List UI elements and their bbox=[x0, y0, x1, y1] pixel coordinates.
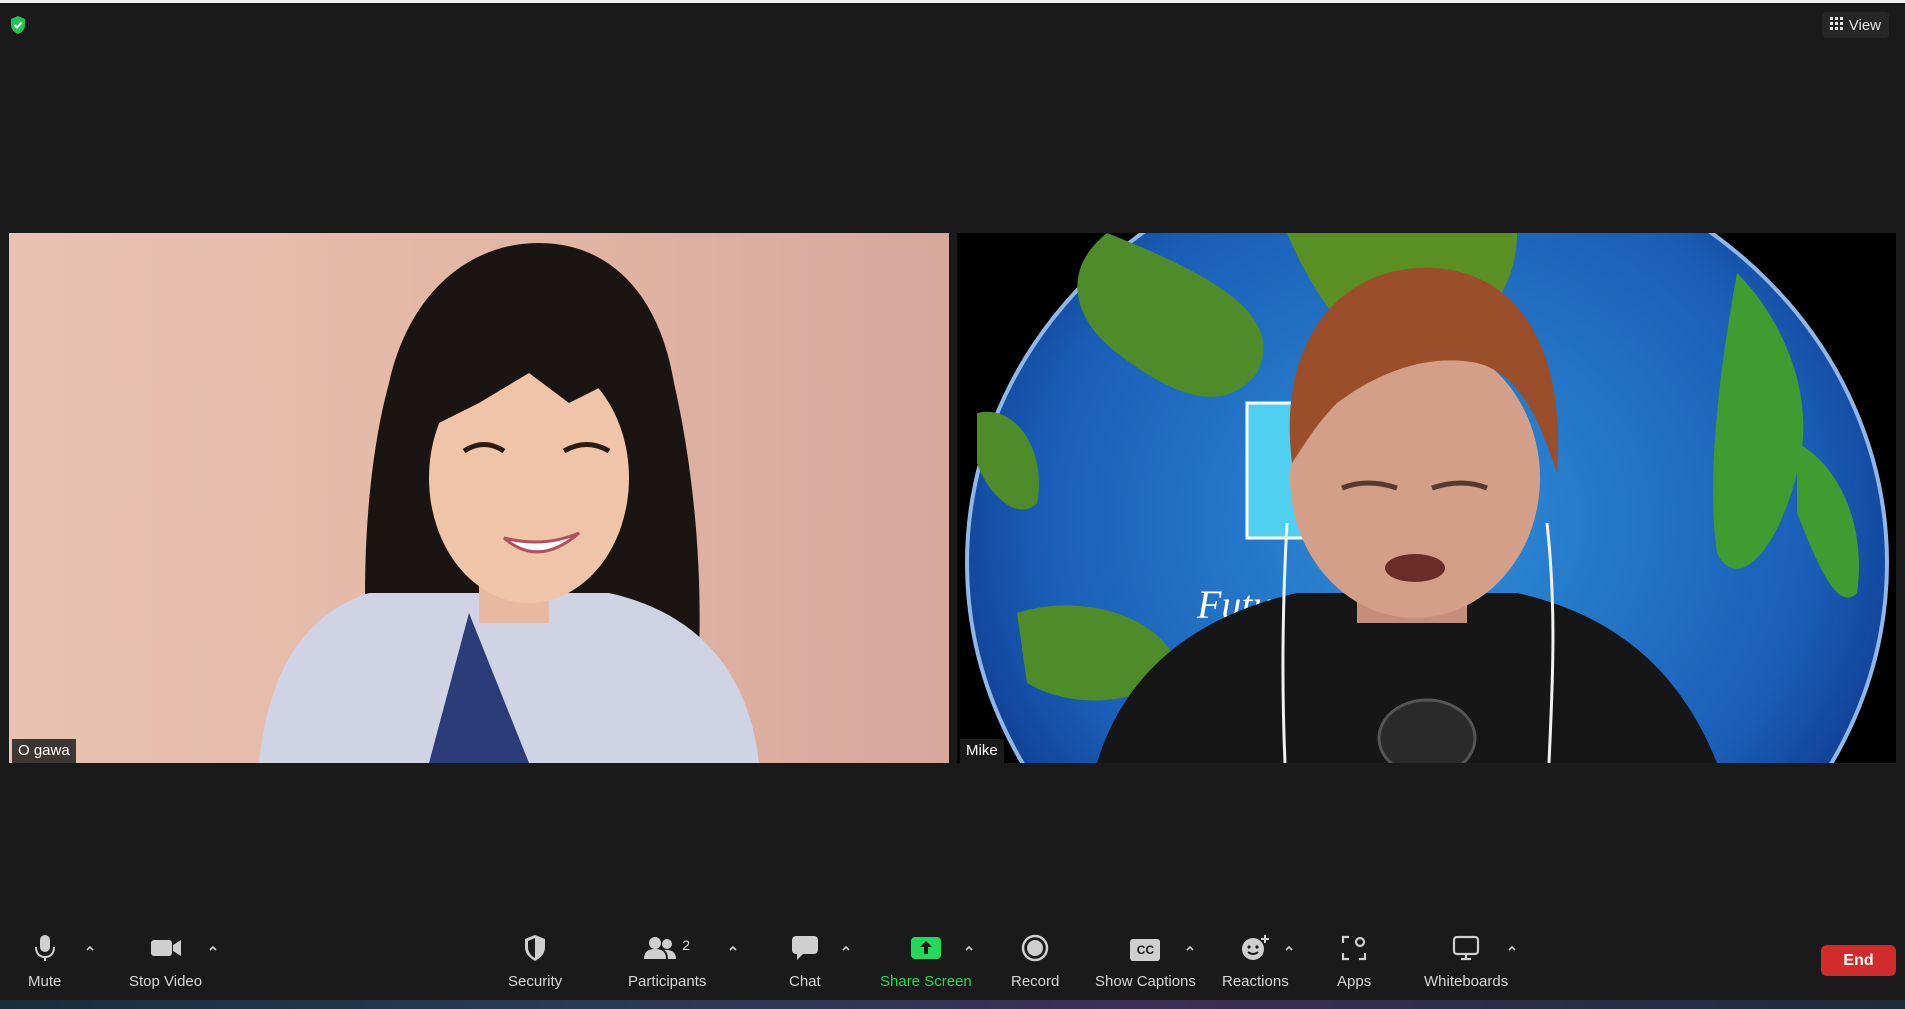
captions-icon: CC bbox=[1130, 939, 1161, 961]
participants-icon bbox=[644, 936, 677, 965]
whiteboards-label: Whiteboards bbox=[1424, 973, 1509, 990]
record-label: Record bbox=[1011, 973, 1060, 990]
record-button[interactable]: Record bbox=[1011, 934, 1059, 990]
chat-label: Chat bbox=[789, 973, 821, 990]
chat-bubble-icon bbox=[791, 935, 819, 966]
participants-label: Participants bbox=[628, 973, 707, 990]
participants-button[interactable]: 2 Participants bbox=[628, 934, 706, 990]
whiteboards-button[interactable]: Whiteboards bbox=[1424, 934, 1508, 990]
video-tile-mike[interactable]: Futu Mike bbox=[957, 233, 1896, 763]
window-top-edge bbox=[0, 0, 1905, 3]
participant-name-tag: Mike bbox=[960, 739, 1004, 763]
show-captions-label: Show Captions bbox=[1095, 973, 1196, 990]
share-screen-button[interactable]: Share Screen bbox=[880, 934, 972, 990]
stop-video-button[interactable]: Stop Video bbox=[129, 934, 202, 990]
participant-video: Futu bbox=[957, 233, 1896, 763]
os-taskbar bbox=[0, 1000, 1905, 1009]
show-captions-button[interactable]: CC Show Captions bbox=[1095, 934, 1196, 990]
security-label: Security bbox=[508, 973, 563, 990]
chat-options-caret[interactable] bbox=[840, 942, 852, 954]
chat-button[interactable]: Chat bbox=[789, 934, 821, 990]
share-screen-icon bbox=[910, 936, 941, 965]
mute-label: Mute bbox=[28, 973, 62, 990]
reactions-options-caret[interactable] bbox=[1283, 942, 1295, 954]
record-icon bbox=[1021, 934, 1049, 967]
audio-options-caret[interactable] bbox=[84, 942, 96, 954]
stop-video-label: Stop Video bbox=[129, 973, 203, 990]
apps-icon bbox=[1341, 935, 1367, 966]
captions-options-caret[interactable] bbox=[1184, 942, 1196, 954]
reactions-button[interactable]: Reactions bbox=[1222, 934, 1289, 990]
participants-count: 2 bbox=[682, 937, 691, 953]
share-screen-label: Share Screen bbox=[880, 973, 972, 990]
apps-button[interactable]: Apps bbox=[1337, 934, 1371, 990]
security-button[interactable]: Security bbox=[508, 934, 562, 990]
mute-button[interactable]: Mute bbox=[28, 934, 61, 990]
participant-video bbox=[9, 233, 949, 763]
microphone-icon bbox=[33, 934, 57, 967]
meeting-toolbar: Mute Stop Video Security 2 Participants bbox=[0, 920, 1905, 1000]
video-tile-ogawa[interactable]: O gawa bbox=[9, 233, 949, 763]
apps-label: Apps bbox=[1337, 973, 1372, 990]
share-options-caret[interactable] bbox=[963, 942, 975, 954]
reactions-label: Reactions bbox=[1222, 973, 1289, 990]
shield-icon bbox=[523, 934, 547, 967]
end-meeting-button[interactable]: End bbox=[1821, 945, 1896, 976]
encryption-shield-icon[interactable] bbox=[8, 15, 28, 35]
view-label: View bbox=[1848, 16, 1881, 34]
video-camera-icon bbox=[150, 937, 182, 964]
video-options-caret[interactable] bbox=[207, 942, 219, 954]
view-button[interactable]: View bbox=[1821, 12, 1889, 38]
whiteboards-options-caret[interactable] bbox=[1506, 942, 1518, 954]
grid-icon bbox=[1829, 16, 1843, 34]
participant-name-tag: O gawa bbox=[12, 739, 76, 763]
whiteboard-icon bbox=[1452, 935, 1480, 966]
reactions-icon bbox=[1240, 934, 1270, 967]
participants-options-caret[interactable] bbox=[727, 942, 739, 954]
